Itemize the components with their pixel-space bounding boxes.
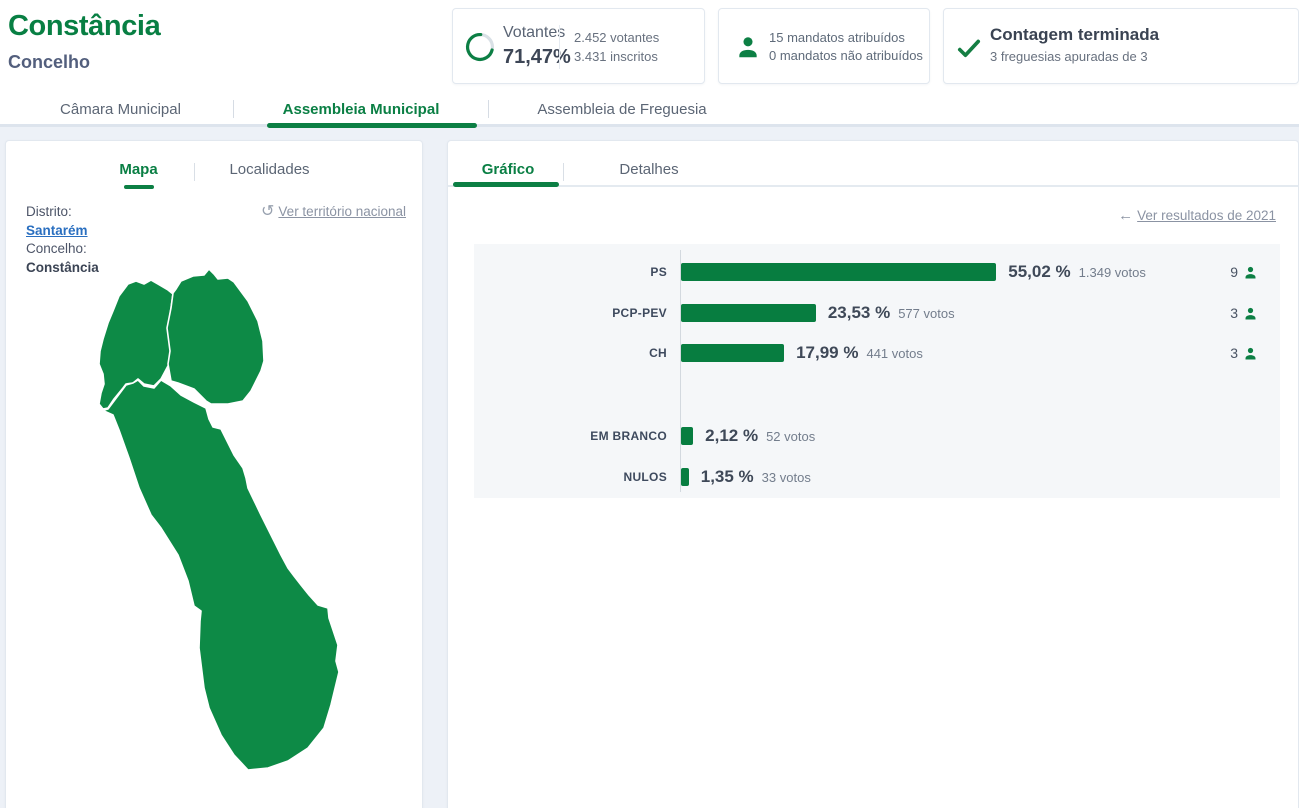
result-bar[interactable] (681, 427, 693, 445)
tab-mapa-label: Mapa (119, 161, 157, 178)
votantes-percent: 71,47% (503, 46, 571, 69)
votantes-count: 2.452 votantes (574, 28, 659, 47)
card-divider (559, 25, 560, 69)
tab-localidades[interactable]: Localidades (195, 161, 345, 178)
votes-value: 33 votos (762, 470, 811, 485)
percent-value: 2,12 % (705, 426, 758, 446)
tab-track (448, 185, 1298, 187)
votes-value: 1.349 votos (1079, 265, 1146, 280)
votantes-label: Votantes (503, 24, 565, 42)
freguesia-shape-south[interactable] (93, 380, 339, 770)
tab-camara-municipal[interactable]: Câmara Municipal (8, 101, 233, 118)
page-subtitle: Concelho (8, 52, 90, 73)
chart-axis (680, 250, 681, 492)
mandates-count: 3 (1230, 345, 1238, 361)
chart-row: PCP-PEV 23,53 % 577 votos 3 (474, 304, 1280, 322)
results-2021-link[interactable]: ← Ver resultados de 2021 (1118, 207, 1276, 224)
person-icon (1243, 306, 1258, 321)
tab-assembleia-freguesia[interactable]: Assembleia de Freguesia (489, 101, 755, 118)
chart-row: NULOS 1,35 % 33 votos (474, 468, 1280, 486)
votes-value: 441 votos (866, 346, 922, 361)
tab-assembleia-municipal[interactable]: Assembleia Municipal (234, 101, 488, 118)
results-2021-label: Ver resultados de 2021 (1137, 208, 1276, 223)
result-bar[interactable] (681, 344, 784, 362)
mandates-badge: 3 (1230, 304, 1258, 322)
mandatos-assigned: 15 mandatos atribuídos (769, 29, 923, 47)
party-label: PCP-PEV (487, 304, 667, 322)
chart-row: PS 55,02 % 1.349 votos 9 (474, 263, 1280, 281)
national-territory-link[interactable]: ↺ Ver território nacional (261, 204, 406, 219)
mandates-count: 9 (1230, 264, 1238, 280)
district-label: Distrito: (26, 203, 99, 222)
votantes-details: 2.452 votantes 3.431 inscritos (574, 28, 659, 66)
percent-value: 23,53 % (828, 303, 890, 323)
mandates-count: 3 (1230, 305, 1238, 321)
national-territory-label: Ver território nacional (278, 204, 406, 219)
turnout-ring-icon (464, 31, 496, 63)
election-results-page: Constância Concelho Votantes 71,47% 2.45… (0, 0, 1299, 808)
results-panel-tabs: Gráfico Detalhes (448, 161, 1298, 187)
party-label: NULOS (487, 468, 667, 486)
mandates-badge: 9 (1230, 263, 1258, 281)
freguesia-shape-northeast[interactable] (167, 269, 264, 404)
main-tab-bar: Câmara Municipal Assembleia Municipal As… (0, 96, 1299, 127)
contagem-card: Contagem terminada 3 freguesias apuradas… (943, 8, 1299, 84)
votes-value: 577 votos (898, 306, 954, 321)
person-icon (1243, 346, 1258, 361)
contagem-title: Contagem terminada (990, 25, 1159, 45)
undo-icon: ↺ (261, 205, 274, 219)
votes-value: 52 votos (766, 429, 815, 444)
mandates-badge: 3 (1230, 344, 1258, 362)
concelho-map (61, 261, 391, 808)
mandatos-unassigned: 0 mandatos não atribuídos (769, 47, 923, 65)
tab-localidades-label: Localidades (229, 161, 309, 178)
percent-value: 55,02 % (1008, 262, 1070, 282)
check-icon (956, 35, 982, 61)
active-tab-indicator (267, 123, 477, 128)
result-bar[interactable] (681, 263, 996, 281)
map-panel-tabs: Mapa Localidades (6, 161, 422, 189)
tab-mapa[interactable]: Mapa (84, 161, 194, 189)
party-label: EM BRANCO (487, 427, 667, 445)
page-header: Constância Concelho Votantes 71,47% 2.45… (0, 0, 1299, 96)
party-label: CH (487, 344, 667, 362)
mandatos-details: 15 mandatos atribuídos 0 mandatos não at… (769, 29, 923, 65)
result-bar[interactable] (681, 304, 816, 322)
district-link[interactable]: Santarém (26, 222, 99, 241)
contagem-subtitle: 3 freguesias apuradas de 3 (990, 49, 1148, 64)
percent-value: 1,35 % (701, 467, 754, 487)
concelho-label: Concelho: (26, 240, 99, 259)
percent-value: 17,99 % (796, 343, 858, 363)
arrow-left-icon: ← (1118, 207, 1133, 224)
chart-row: EM BRANCO 2,12 % 52 votos (474, 427, 1280, 445)
tab-detalhes[interactable]: Detalhes (564, 161, 734, 187)
active-tab-indicator (453, 182, 559, 187)
mandatos-card: 15 mandatos atribuídos 0 mandatos não at… (718, 8, 930, 84)
result-bar[interactable] (681, 468, 689, 486)
votantes-card: Votantes 71,47% 2.452 votantes 3.431 ins… (452, 8, 705, 84)
inscritos-count: 3.431 inscritos (574, 47, 659, 66)
chart-row: CH 17,99 % 441 votos 3 (474, 344, 1280, 362)
page-title: Constância (8, 10, 160, 43)
person-icon (735, 34, 761, 60)
person-icon (1243, 265, 1258, 280)
map-panel: Mapa Localidades Distrito: Santarém Conc… (5, 140, 423, 808)
results-bar-chart: PS 55,02 % 1.349 votos 9 PCP-PEV (474, 244, 1280, 498)
results-panel: Gráfico Detalhes ← Ver resultados de 202… (447, 140, 1299, 808)
content-area: Mapa Localidades Distrito: Santarém Conc… (0, 127, 1299, 808)
active-tab-indicator (124, 185, 154, 189)
party-label: PS (487, 263, 667, 281)
